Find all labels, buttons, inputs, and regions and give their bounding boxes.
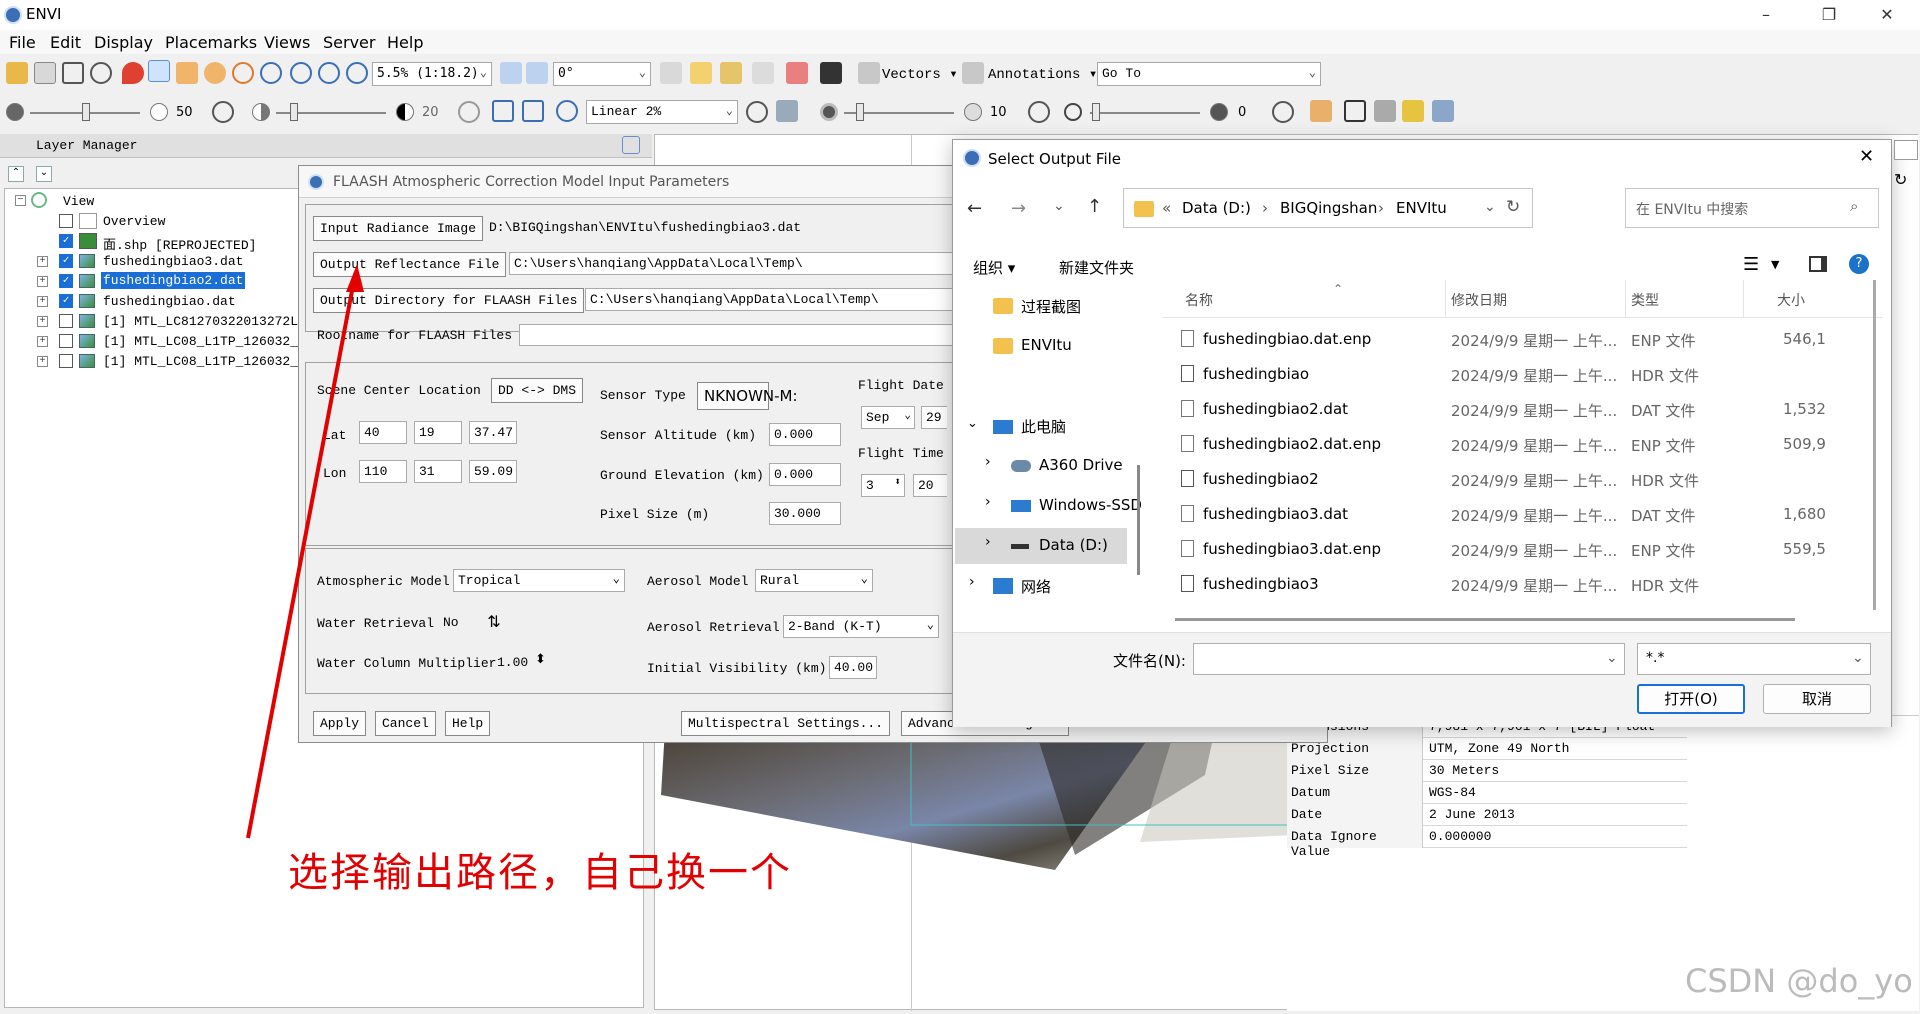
annotation-text: 选择输出路径，自己换一个 <box>288 850 792 896</box>
watermark: CSDN @do_yo <box>1685 962 1913 1000</box>
